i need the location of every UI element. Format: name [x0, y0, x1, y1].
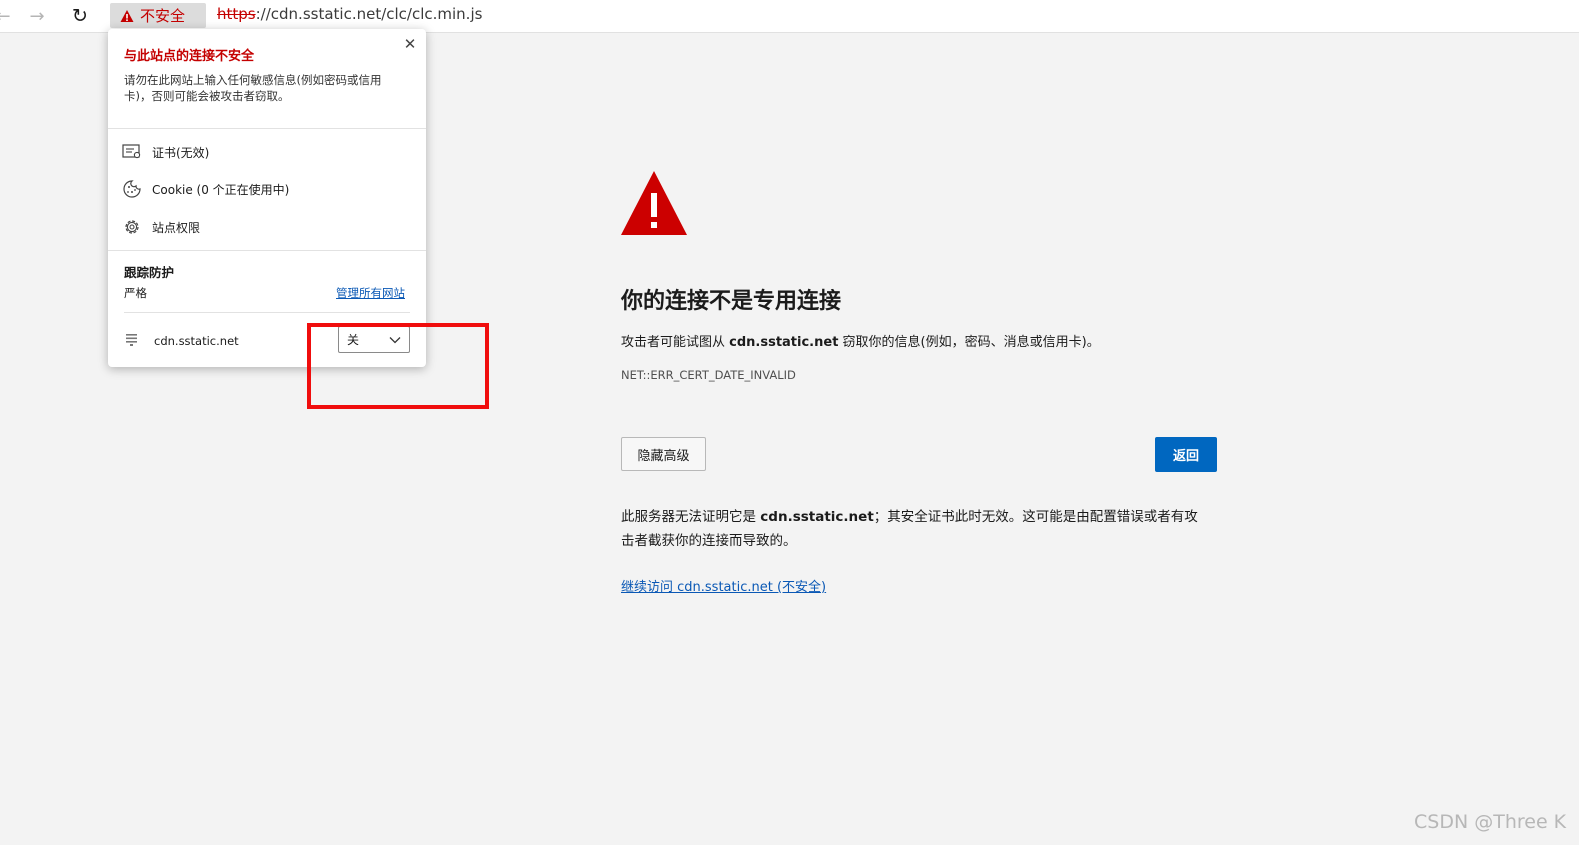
site-name: cdn.sstatic.net	[154, 334, 239, 348]
manage-all-sites-link[interactable]: 管理所有网站	[336, 285, 405, 301]
error-desc-suffix: 窃取你的信息(例如，密码、消息或信用卡)。	[838, 335, 1100, 350]
popup-title: 与此站点的连接不安全	[124, 49, 255, 64]
error-description: 攻击者可能试图从 cdn.sstatic.net 窃取你的信息(例如，密码、消息…	[621, 331, 1100, 350]
advanced-details-text: 此服务器无法证明它是 cdn.sstatic.net；其安全证书此时无效。这可能…	[621, 505, 1211, 553]
back-button[interactable]: 返回	[1155, 437, 1217, 472]
cookie-label: Cookie (0 个正在使用中)	[152, 182, 290, 197]
site-permissions-label: 站点权限	[152, 220, 201, 235]
certificate-icon	[122, 142, 142, 162]
back-nav-icon[interactable]: ←	[0, 3, 16, 29]
tracking-prevention-heading: 跟踪防护	[124, 265, 175, 280]
close-icon[interactable]: ✕	[402, 36, 418, 52]
url-scheme: https	[217, 5, 256, 23]
proceed-unsafe-link[interactable]: 继续访问 cdn.sstatic.net (不安全)	[621, 576, 826, 595]
url-field[interactable]: https://cdn.sstatic.net/clc/clc.min.js	[217, 5, 482, 23]
annotation-highlight-box	[307, 323, 489, 409]
certificate-item[interactable]: 证书(无效)	[122, 140, 209, 164]
advanced-domain: cdn.sstatic.net	[760, 509, 874, 525]
forward-nav-icon[interactable]: →	[24, 3, 50, 29]
error-desc-domain: cdn.sstatic.net	[729, 335, 839, 350]
cookie-icon	[122, 179, 142, 199]
site-permissions-item[interactable]: 站点权限	[122, 215, 200, 239]
site-info-popup: ✕ 与此站点的连接不安全 请勿在此网站上输入任何敏感信息(例如密码或信用卡)，否…	[108, 29, 426, 367]
watermark: CSDN @Three K	[1414, 811, 1567, 833]
error-warning-icon	[621, 171, 687, 235]
url-rest: ://cdn.sstatic.net/clc/clc.min.js	[255, 5, 483, 23]
popup-divider	[108, 128, 426, 129]
hide-advanced-button[interactable]: 隐藏高级	[621, 437, 706, 471]
popup-divider	[108, 250, 426, 251]
certificate-label: 证书(无效)	[152, 145, 210, 160]
popup-warning-text: 请勿在此网站上输入任何敏感信息(例如密码或信用卡)，否则可能会被攻击者窃取。	[124, 73, 382, 103]
gear-icon	[122, 217, 142, 237]
refresh-icon[interactable]: ↻	[67, 3, 93, 29]
cookie-item[interactable]: Cookie (0 个正在使用中)	[122, 177, 289, 201]
tracking-divider	[124, 312, 410, 313]
site-tracking-row: cdn.sstatic.net	[124, 331, 239, 351]
error-title: 你的连接不是专用连接	[621, 289, 842, 314]
error-code: NET::ERR_CERT_DATE_INVALID	[621, 368, 796, 382]
warning-triangle-icon	[120, 9, 134, 22]
advanced-prefix: 此服务器无法证明它是	[621, 509, 761, 525]
security-label: 不安全	[140, 7, 186, 25]
site-list-icon	[124, 331, 140, 351]
error-desc-prefix: 攻击者可能试图从	[621, 335, 730, 350]
tracking-level: 严格	[124, 286, 147, 300]
security-indicator-button[interactable]: 不安全	[110, 3, 206, 28]
